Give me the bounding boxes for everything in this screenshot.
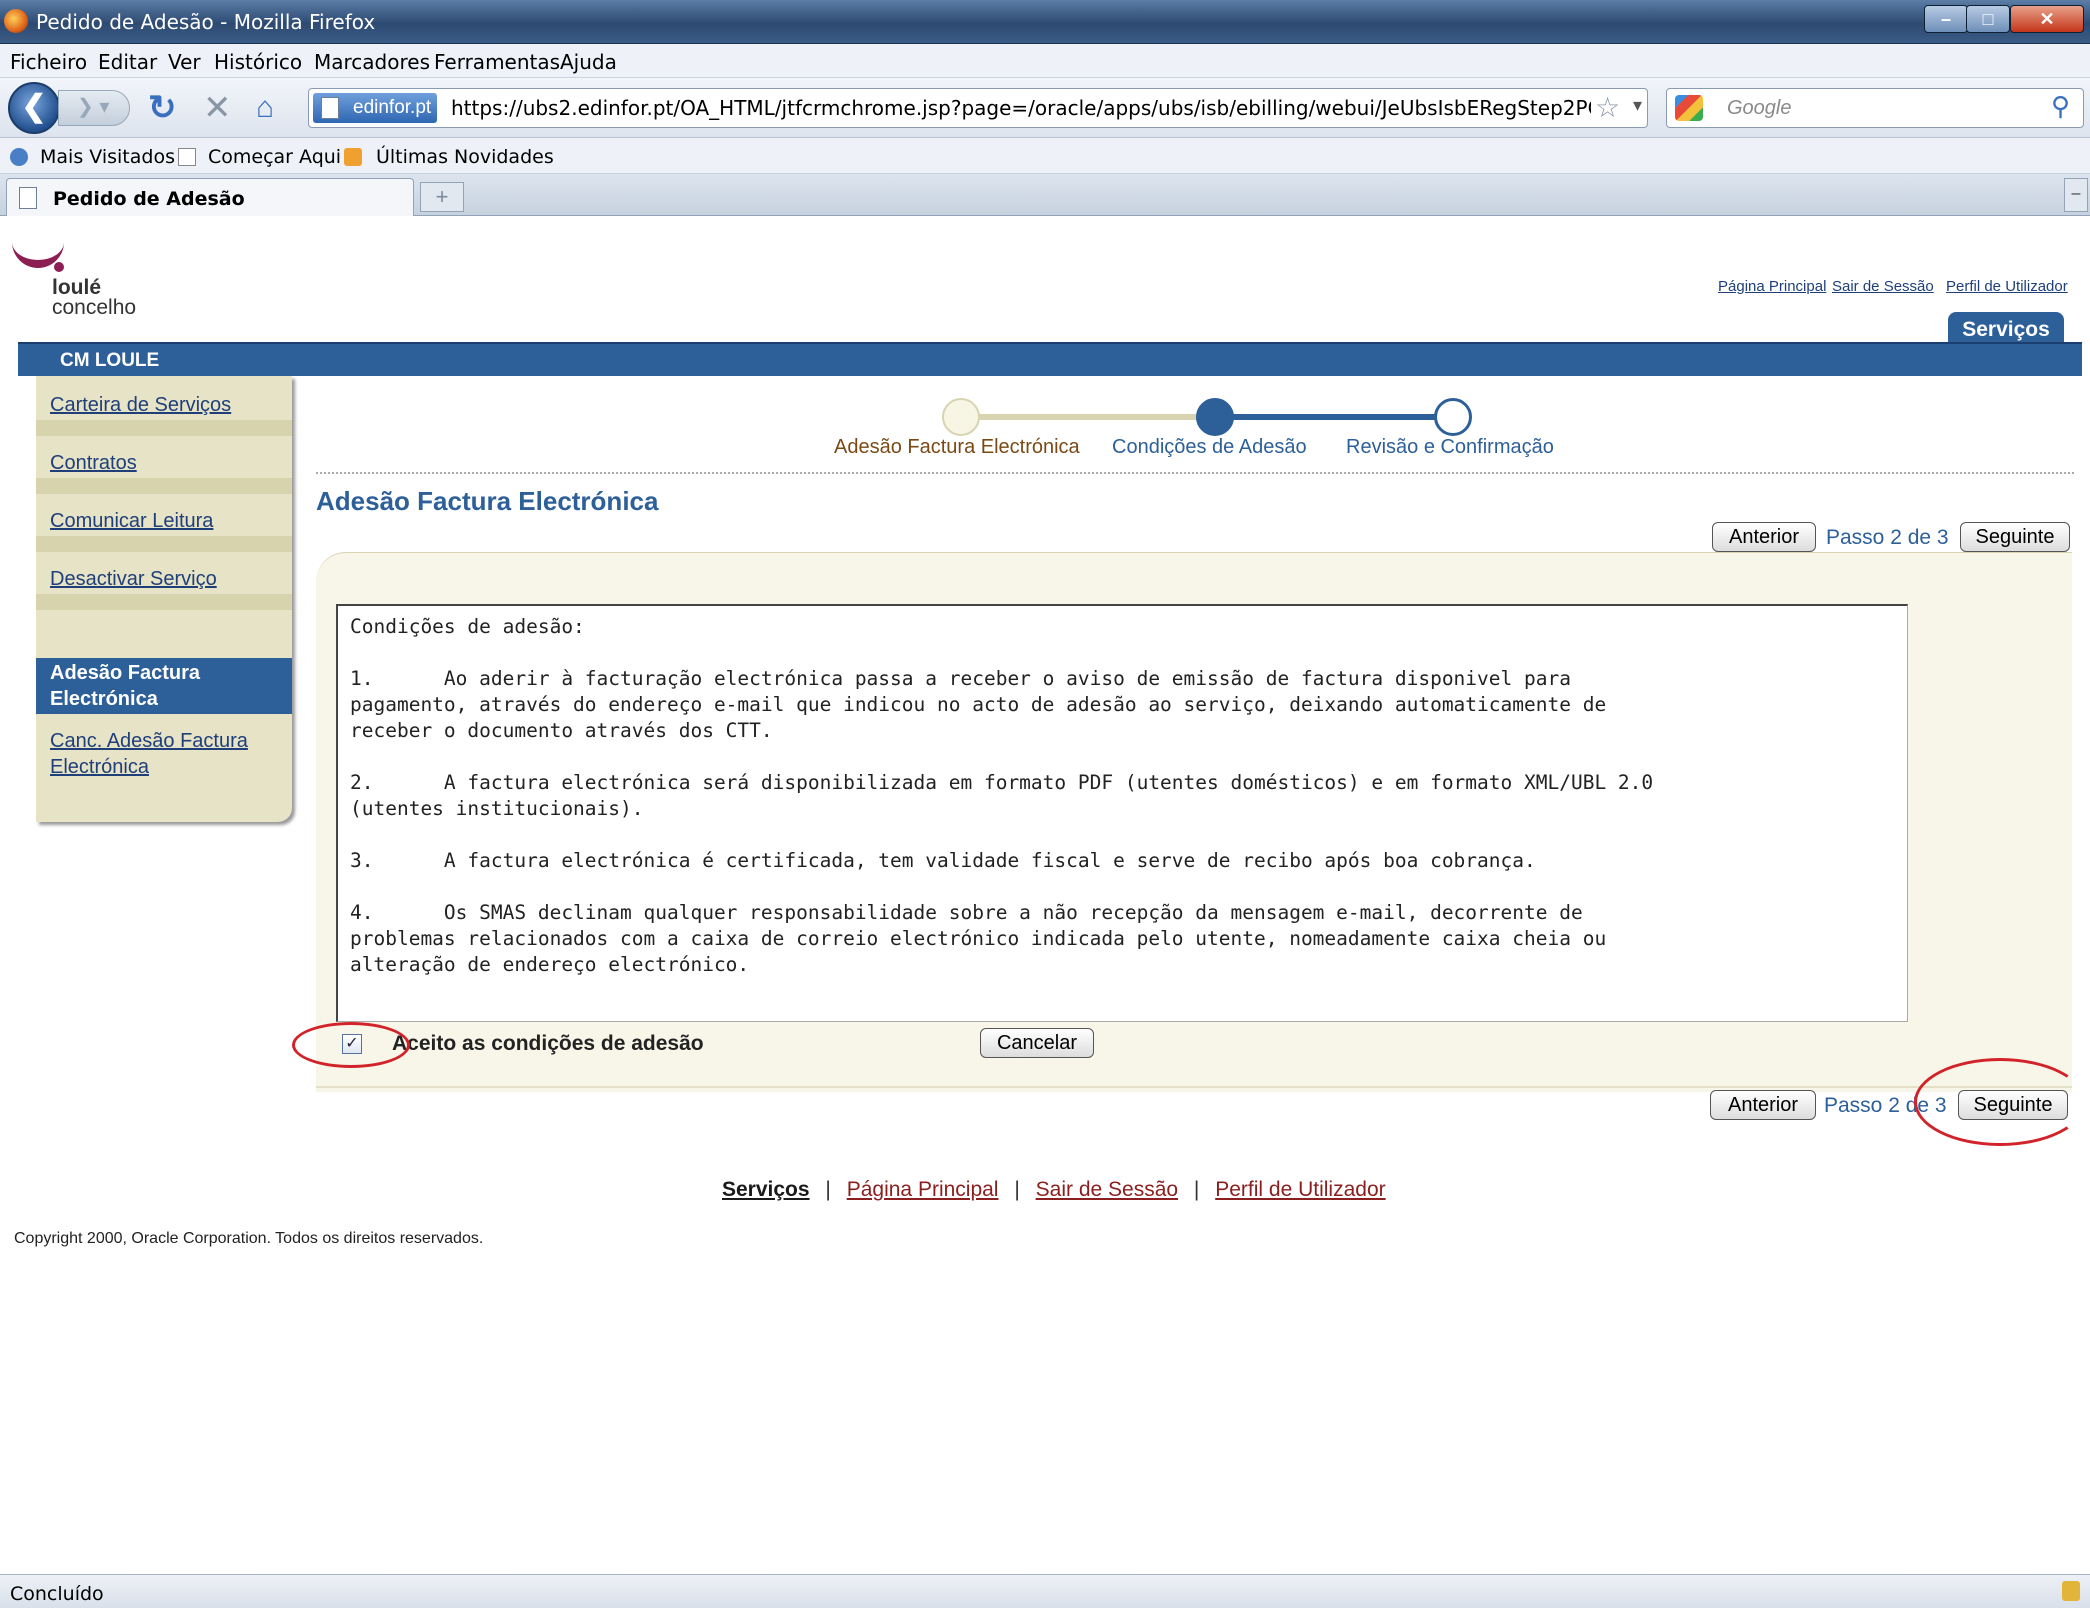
footer-links: Serviços | Página Principal | Sair de Se… [722, 1178, 1386, 1202]
maximize-button[interactable]: □ [1966, 5, 2010, 33]
accept-label: Aceito as condições de adesão [392, 1032, 704, 1055]
footer-separator: | [1193, 1178, 1200, 1201]
train-step-3-label: Revisão e Confirmação [1346, 436, 1554, 458]
train-step-2-label: Condições de Adesão [1112, 436, 1307, 458]
most-visited-icon [10, 148, 28, 166]
train-step-1-node [942, 398, 980, 436]
logo-sub: concelho [52, 296, 137, 319]
search-icon[interactable]: ⚲ [2051, 91, 2070, 122]
sidebar-item-contratos[interactable]: Contratos [50, 450, 137, 476]
page-icon [178, 148, 196, 166]
tab-list-button[interactable]: – [2064, 178, 2088, 212]
menu-ajuda[interactable]: Ajuda [560, 50, 617, 74]
reload-icon[interactable]: ↻ [148, 88, 177, 128]
prev-button-bottom[interactable]: Anterior [1710, 1090, 1816, 1120]
train-step-3-node [1434, 398, 1472, 436]
footer-link-servicos[interactable]: Serviços [722, 1178, 810, 1201]
terms-text: Condições de adesão: 1. Ao aderir à fact… [350, 615, 1654, 976]
minimize-button[interactable]: – [1924, 5, 1968, 33]
menu-ferramentas[interactable]: Ferramentas [434, 50, 560, 74]
logo-dot [54, 262, 64, 272]
highlight-ellipse [1914, 1058, 2086, 1146]
divider [316, 1086, 2072, 1088]
site-identity-badge[interactable]: edinfor.pt [313, 93, 438, 123]
menu-editar[interactable]: Editar [98, 50, 157, 74]
page-icon [19, 187, 37, 209]
stop-icon[interactable]: ✕ [203, 88, 232, 128]
menu-ver[interactable]: Ver [168, 50, 201, 74]
close-button[interactable]: ✕ [2010, 5, 2084, 33]
bookmarks-bar: Mais Visitados Começar Aqui Últimas Novi… [0, 138, 2090, 174]
footer-separator: | [1014, 1178, 1020, 1201]
footer-link-perfil[interactable]: Perfil de Utilizador [1215, 1178, 1385, 1201]
url-text[interactable]: https://ubs2.edinfor.pt/OA_HTML/jtfcrmch… [451, 96, 1591, 120]
bookmark-most-visited[interactable]: Mais Visitados [40, 146, 175, 168]
org-label: CM LOULE [60, 350, 160, 371]
train-connector [962, 414, 1216, 420]
sidebar-separator [36, 478, 292, 494]
url-dropdown-icon[interactable]: ▾ [1633, 95, 1642, 116]
footer-link-pagina-principal[interactable]: Página Principal [847, 1178, 999, 1201]
forward-button[interactable]: ❯ ▾ [58, 90, 130, 126]
sidebar-item-canc-adesao[interactable]: Canc. Adesão Factura Electrónica [50, 728, 280, 780]
prev-button-top[interactable]: Anterior [1712, 522, 1816, 552]
search-engine-icon[interactable] [1675, 95, 1703, 121]
url-bar[interactable]: edinfor.pt https://ubs2.edinfor.pt/OA_HT… [308, 88, 1648, 128]
page-icon [321, 97, 339, 119]
status-bar: Concluído [0, 1574, 2090, 1608]
sidebar-separator [36, 536, 292, 552]
bookmark-star-icon[interactable]: ☆ [1595, 91, 1620, 124]
tab-bar: Pedido de Adesão + – [0, 174, 2090, 216]
footer-link-sair-sessao[interactable]: Sair de Sessão [1036, 1178, 1178, 1201]
home-icon[interactable]: ⌂ [256, 88, 274, 128]
sidebar: Carteira de Serviços Contratos Comunicar… [36, 376, 292, 822]
window-title: Pedido de Adesão - Mozilla Firefox [36, 10, 376, 34]
navigation-toolbar: ❮ ❯ ▾ ↻ ✕ ⌂ edinfor.pt https://ubs2.edin… [0, 78, 2090, 138]
link-sair-sessao[interactable]: Sair de Sessão [1832, 278, 1934, 295]
menu-bar: Ficheiro Editar Ver Histórico Marcadores… [0, 44, 2090, 78]
header-bar: CM LOULE [18, 342, 2082, 376]
window-titlebar: Pedido de Adesão - Mozilla Firefox – □ ✕ [0, 0, 2090, 44]
link-pagina-principal[interactable]: Página Principal [1718, 278, 1826, 295]
train-step-1-label: Adesão Factura Electrónica [834, 436, 1080, 458]
rss-icon [344, 148, 362, 166]
firefox-icon [4, 9, 28, 33]
bookmark-getting-started[interactable]: Começar Aqui [208, 146, 341, 168]
tab-label: Pedido de Adesão [53, 188, 245, 210]
copyright: Copyright 2000, Oracle Corporation. Todo… [14, 1230, 484, 1247]
search-placeholder: Google [1727, 97, 1792, 119]
sidebar-item-label: Adesão Factura Electrónica [50, 662, 201, 710]
sidebar-item-comunicar-leitura[interactable]: Comunicar Leitura [50, 508, 213, 534]
footer-separator: | [825, 1178, 831, 1201]
bookmark-latest-news[interactable]: Últimas Novidades [376, 146, 554, 168]
train-connector [1216, 414, 1452, 420]
train-step-2-node [1196, 398, 1234, 436]
back-button[interactable]: ❮ [8, 82, 60, 134]
sidebar-item-desactivar[interactable]: Desactivar Serviço [50, 566, 217, 592]
page-title: Adesão Factura Electrónica [316, 486, 659, 516]
cancel-button[interactable]: Cancelar [980, 1028, 1094, 1058]
sidebar-item-carteira[interactable]: Carteira de Serviços [50, 392, 231, 418]
new-tab-button[interactable]: + [420, 182, 464, 212]
tab-pedido-adesao[interactable]: Pedido de Adesão [6, 178, 414, 216]
status-text: Concluído [10, 1583, 104, 1605]
site-badge-label: edinfor.pt [353, 97, 432, 118]
menu-ficheiro[interactable]: Ficheiro [10, 50, 87, 74]
page-content: loulé concelho Página Principal Sair de … [0, 216, 2090, 1574]
highlight-ellipse [292, 1022, 410, 1068]
lock-icon[interactable] [2062, 1581, 2080, 1601]
link-perfil-utilizador[interactable]: Perfil de Utilizador [1946, 278, 2068, 295]
sidebar-item-adesao-selected[interactable]: Adesão Factura Electrónica [36, 658, 292, 714]
next-button-top[interactable]: Seguinte [1960, 522, 2070, 552]
search-box[interactable]: Google ⚲ [1666, 88, 2084, 128]
divider [316, 472, 2074, 474]
menu-historico[interactable]: Histórico [214, 50, 302, 74]
sidebar-separator [36, 594, 292, 610]
sidebar-separator [36, 420, 292, 436]
menu-marcadores[interactable]: Marcadores [314, 50, 430, 74]
terms-textarea[interactable]: Condições de adesão: 1. Ao aderir à fact… [336, 604, 1908, 1022]
step-indicator-top: Passo 2 de 3 [1826, 526, 1949, 549]
